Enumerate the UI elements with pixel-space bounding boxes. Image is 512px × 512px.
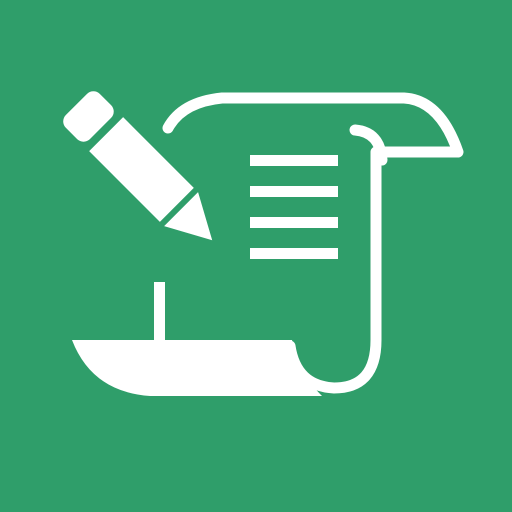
app-icon: [0, 0, 512, 512]
scroll-text-line: [250, 186, 338, 197]
scroll-with-pencil-icon: [0, 0, 512, 512]
scroll-stem: [154, 282, 165, 346]
scroll-text-line: [250, 217, 338, 228]
scroll-text-line: [250, 248, 338, 259]
scroll-text-line: [250, 155, 338, 166]
